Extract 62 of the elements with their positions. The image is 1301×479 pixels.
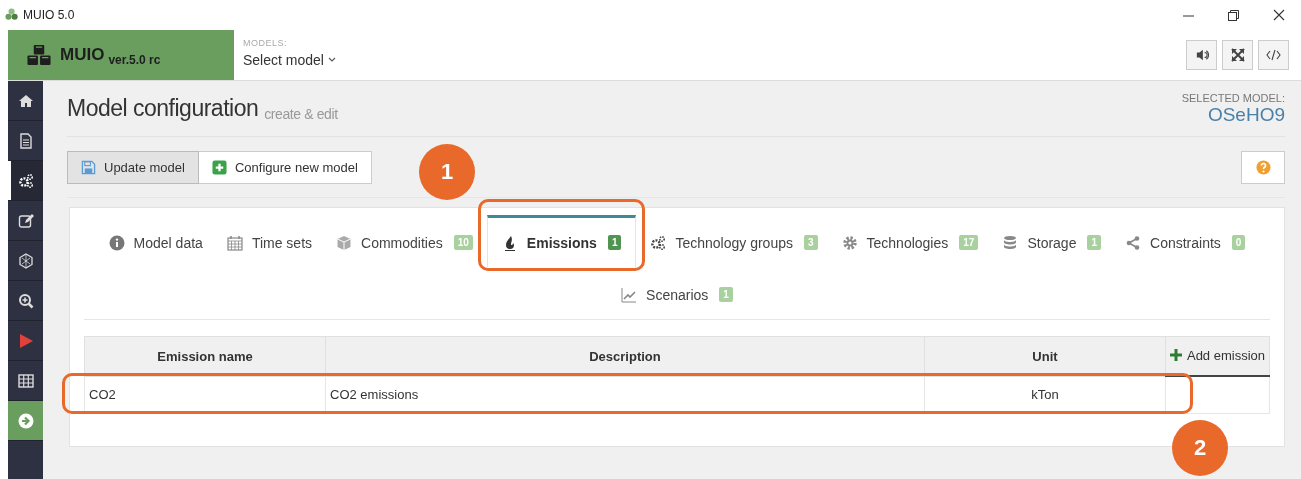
chevron-down-icon	[327, 57, 336, 63]
count-badge: 1	[1087, 235, 1101, 250]
plus-square-icon	[211, 159, 227, 175]
toolbar-button[interactable]: Update model	[67, 150, 199, 184]
window-title: MUIO 5.0	[23, 8, 75, 22]
code-button[interactable]	[1258, 40, 1289, 70]
sidebar-item[interactable]	[8, 401, 43, 441]
table-icon	[17, 372, 34, 389]
cubes-logo-icon	[26, 44, 52, 66]
tab[interactable]: Storage 1	[992, 215, 1111, 267]
count-badge: 1	[607, 235, 622, 250]
zoom-icon	[17, 292, 34, 309]
document-icon	[17, 132, 34, 149]
count-badge: 17	[959, 235, 979, 250]
count-badge: 1	[719, 287, 733, 302]
calendar-icon	[226, 234, 243, 251]
help-icon	[1255, 159, 1271, 175]
model-dropdown[interactable]: Select model	[243, 52, 336, 68]
selected-model-label: SELECTED MODEL:	[1181, 91, 1285, 104]
code-icon	[1266, 49, 1281, 61]
tab[interactable]: Emissions 1	[486, 215, 637, 267]
home-icon	[17, 92, 34, 109]
page-title: Model configuration	[67, 95, 259, 121]
tab[interactable]: Commodities 10	[326, 215, 483, 267]
share-icon	[1125, 234, 1141, 251]
toolbar-button[interactable]: Configure new model	[198, 150, 372, 184]
line-chart-icon	[621, 286, 638, 303]
gear-icon	[841, 234, 858, 251]
expand-icon	[1230, 48, 1245, 62]
speaker-icon	[1194, 49, 1209, 61]
column-header: Unit	[924, 336, 1166, 376]
count-badge: 10	[453, 235, 473, 250]
app-logo-icon	[4, 8, 20, 22]
sidebar-item[interactable]	[8, 161, 43, 201]
sound-button[interactable]	[1186, 40, 1217, 70]
tab[interactable]: Scenarios 1	[611, 267, 743, 319]
restore-icon	[1228, 9, 1239, 21]
database-icon	[1002, 234, 1019, 251]
save-icon	[81, 159, 96, 175]
hexagon-icon	[17, 252, 34, 269]
page-subtitle: create & edit	[264, 106, 338, 122]
arrow-circle-icon	[17, 412, 34, 429]
selected-model-name: OSeHO9	[1206, 103, 1285, 126]
tab[interactable]: Time sets	[216, 215, 323, 267]
tab[interactable]: Constraints 0	[1115, 215, 1256, 267]
models-label: MODELS:	[243, 38, 288, 48]
count-badge: 3	[804, 235, 818, 250]
tab[interactable]: Technologies 17	[831, 215, 989, 267]
column-header: Emission name	[84, 336, 326, 376]
tab[interactable]: Model data	[98, 215, 213, 267]
plus-icon	[1169, 349, 1182, 362]
count-badge: 0	[1231, 235, 1246, 250]
cube-icon	[336, 234, 353, 251]
tab[interactable]: Technology groups 3	[640, 215, 828, 267]
info-icon	[108, 234, 125, 251]
play-icon	[17, 332, 34, 349]
fullscreen-button[interactable]	[1222, 40, 1253, 70]
edit-icon	[17, 212, 34, 229]
app-name: MUIO	[60, 45, 105, 64]
app-version: ver.5.0 rc	[108, 53, 161, 67]
column-header: Description	[325, 336, 925, 376]
close-icon	[1272, 9, 1285, 21]
